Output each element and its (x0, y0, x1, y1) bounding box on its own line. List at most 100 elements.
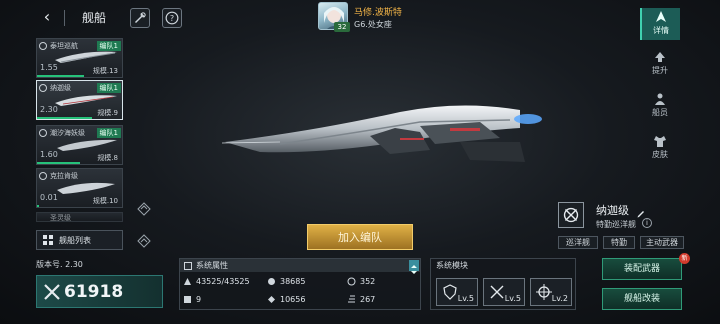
ship-card[interactable]: 克拉肯级 0.01 规模.10 (36, 168, 123, 208)
power-value: 61918 (64, 282, 124, 302)
progress-bar (37, 117, 93, 119)
updown-icon (411, 265, 417, 274)
commander-name: 马修.波斯特 (354, 8, 402, 18)
question-icon: ? (165, 11, 179, 25)
sort-icon (137, 234, 151, 248)
join-formation-button[interactable]: 加入编队 (307, 224, 413, 250)
skin-icon (654, 136, 666, 147)
back-button[interactable]: ‹ (36, 8, 58, 26)
ship-list-label: 舰船列表 (59, 235, 91, 245)
shield-icon (347, 277, 356, 286)
tab-skin[interactable]: 皮肤 (640, 132, 680, 164)
crew-icon (655, 93, 665, 105)
crossed-guns-icon (490, 285, 504, 299)
wrench-icon (134, 12, 146, 24)
ship-scale: 规模.13 (92, 67, 118, 75)
ship-scale: 规模.9 (97, 109, 118, 117)
next-ship-button[interactable] (135, 200, 153, 218)
attr-value: 267 (360, 295, 376, 304)
pencil-icon (637, 211, 644, 218)
attr-value: 9 (196, 295, 202, 304)
module-slot[interactable]: Lv.2 (530, 278, 572, 306)
ship-power: 1.60 (40, 150, 58, 159)
version-label: 版本号. 2.30 (36, 260, 83, 269)
info-icon[interactable]: i (642, 218, 652, 228)
progress-bar (37, 162, 80, 164)
module-slot[interactable]: Lv.5 (436, 278, 478, 306)
energy-icon (268, 296, 275, 303)
commander-level: 32 (334, 22, 350, 32)
tag-cruiser: 巡洋舰 (558, 236, 598, 249)
ship-card-selected[interactable]: 纳迦级 编队1 2.30 规模.9 (36, 80, 123, 120)
module-level: Lv.5 (457, 294, 474, 303)
upgrade-icon (655, 52, 665, 62)
modules-title: 系统模块 (436, 261, 468, 270)
sort-button[interactable] (135, 232, 153, 250)
commander-subtitle: G6.处女座 (354, 20, 392, 29)
help-button[interactable]: ? (162, 8, 182, 28)
attr-value: 352 (360, 277, 376, 286)
equip-weapons-button[interactable]: 装配武器 (602, 258, 682, 280)
attributes-title: 系统属性 (196, 261, 228, 270)
crossed-target-icon (563, 207, 579, 223)
target-icon (536, 284, 552, 300)
ship-card-partial[interactable]: 圣灵级 (36, 212, 123, 222)
crossed-swords-icon (44, 284, 60, 300)
ship-detail-icon (656, 11, 666, 22)
ship-card-name: 圣灵级 (50, 214, 71, 222)
new-badge: 新 (679, 253, 690, 264)
attr-value: 10656 (280, 295, 306, 304)
module-slot[interactable]: Lv.5 (483, 278, 525, 306)
rename-button[interactable] (636, 203, 646, 218)
shield-module-icon (443, 284, 457, 300)
ship-scale: 规模.8 (97, 154, 118, 162)
ship-type-icon (39, 42, 47, 50)
expand-attributes-button[interactable] (409, 260, 419, 274)
ship-thumbnail-icon (57, 182, 115, 194)
tab-details[interactable]: 详情 (640, 8, 680, 40)
ship-type-icon (39, 84, 47, 92)
refit-ship-button[interactable]: 舰船改装 (602, 288, 682, 310)
ship-thumbnail-icon (57, 139, 117, 151)
chevron-sort-icon (137, 202, 151, 216)
grid-icon (43, 235, 53, 245)
ship-class: 特勤巡洋舰 (596, 220, 636, 229)
attr-speed: 267 (347, 295, 375, 304)
ship-type-icon (39, 172, 47, 180)
module-level: Lv.2 (551, 294, 568, 303)
cannon-icon (184, 296, 191, 303)
attr-value: 38685 (280, 277, 306, 286)
attr-energy: 10656 (267, 295, 305, 304)
ship-power: 0.01 (40, 193, 58, 202)
ship-model[interactable] (220, 92, 550, 172)
ship-card[interactable]: 泰坦巡航 编队1 1.55 规模.13 (36, 38, 123, 78)
tab-label: 提升 (652, 66, 668, 75)
ship-power: 1.55 (40, 63, 58, 72)
ship-thumbnail-icon (55, 95, 117, 106)
tab-crew[interactable]: 船员 (640, 90, 680, 122)
ship-thumbnail-icon (55, 51, 117, 63)
ship-card[interactable]: 潮汐海妖级 编队1 1.60 规模.8 (36, 125, 123, 165)
ship-scale: 规模.10 (92, 197, 118, 205)
attr-shield: 352 (347, 277, 375, 286)
ship-name: 纳迦级 (596, 204, 629, 217)
ship-type-icon (39, 129, 47, 137)
attr-cannon: 9 (183, 295, 201, 304)
attr-value: 43525/43525 (196, 277, 250, 286)
attr-hull: 43525/43525 (183, 277, 250, 286)
tab-label: 皮肤 (652, 150, 668, 159)
ship-emblem (558, 202, 584, 228)
ship-list-button[interactable]: 舰船列表 (36, 230, 123, 250)
divider (64, 10, 65, 26)
progress-bar (37, 205, 39, 207)
tag-special: 特勤 (603, 236, 635, 249)
ship-power: 2.30 (40, 105, 58, 114)
attr-armor: 38685 (267, 277, 305, 286)
ship-filter-button[interactable] (130, 8, 150, 28)
speed-icon (348, 295, 355, 303)
hull-icon (184, 278, 191, 285)
module-level: Lv.5 (504, 294, 521, 303)
tab-label: 船员 (652, 108, 668, 117)
tag-active-weapon: 主动武器 (640, 236, 684, 249)
tab-upgrade[interactable]: 提升 (640, 48, 680, 80)
